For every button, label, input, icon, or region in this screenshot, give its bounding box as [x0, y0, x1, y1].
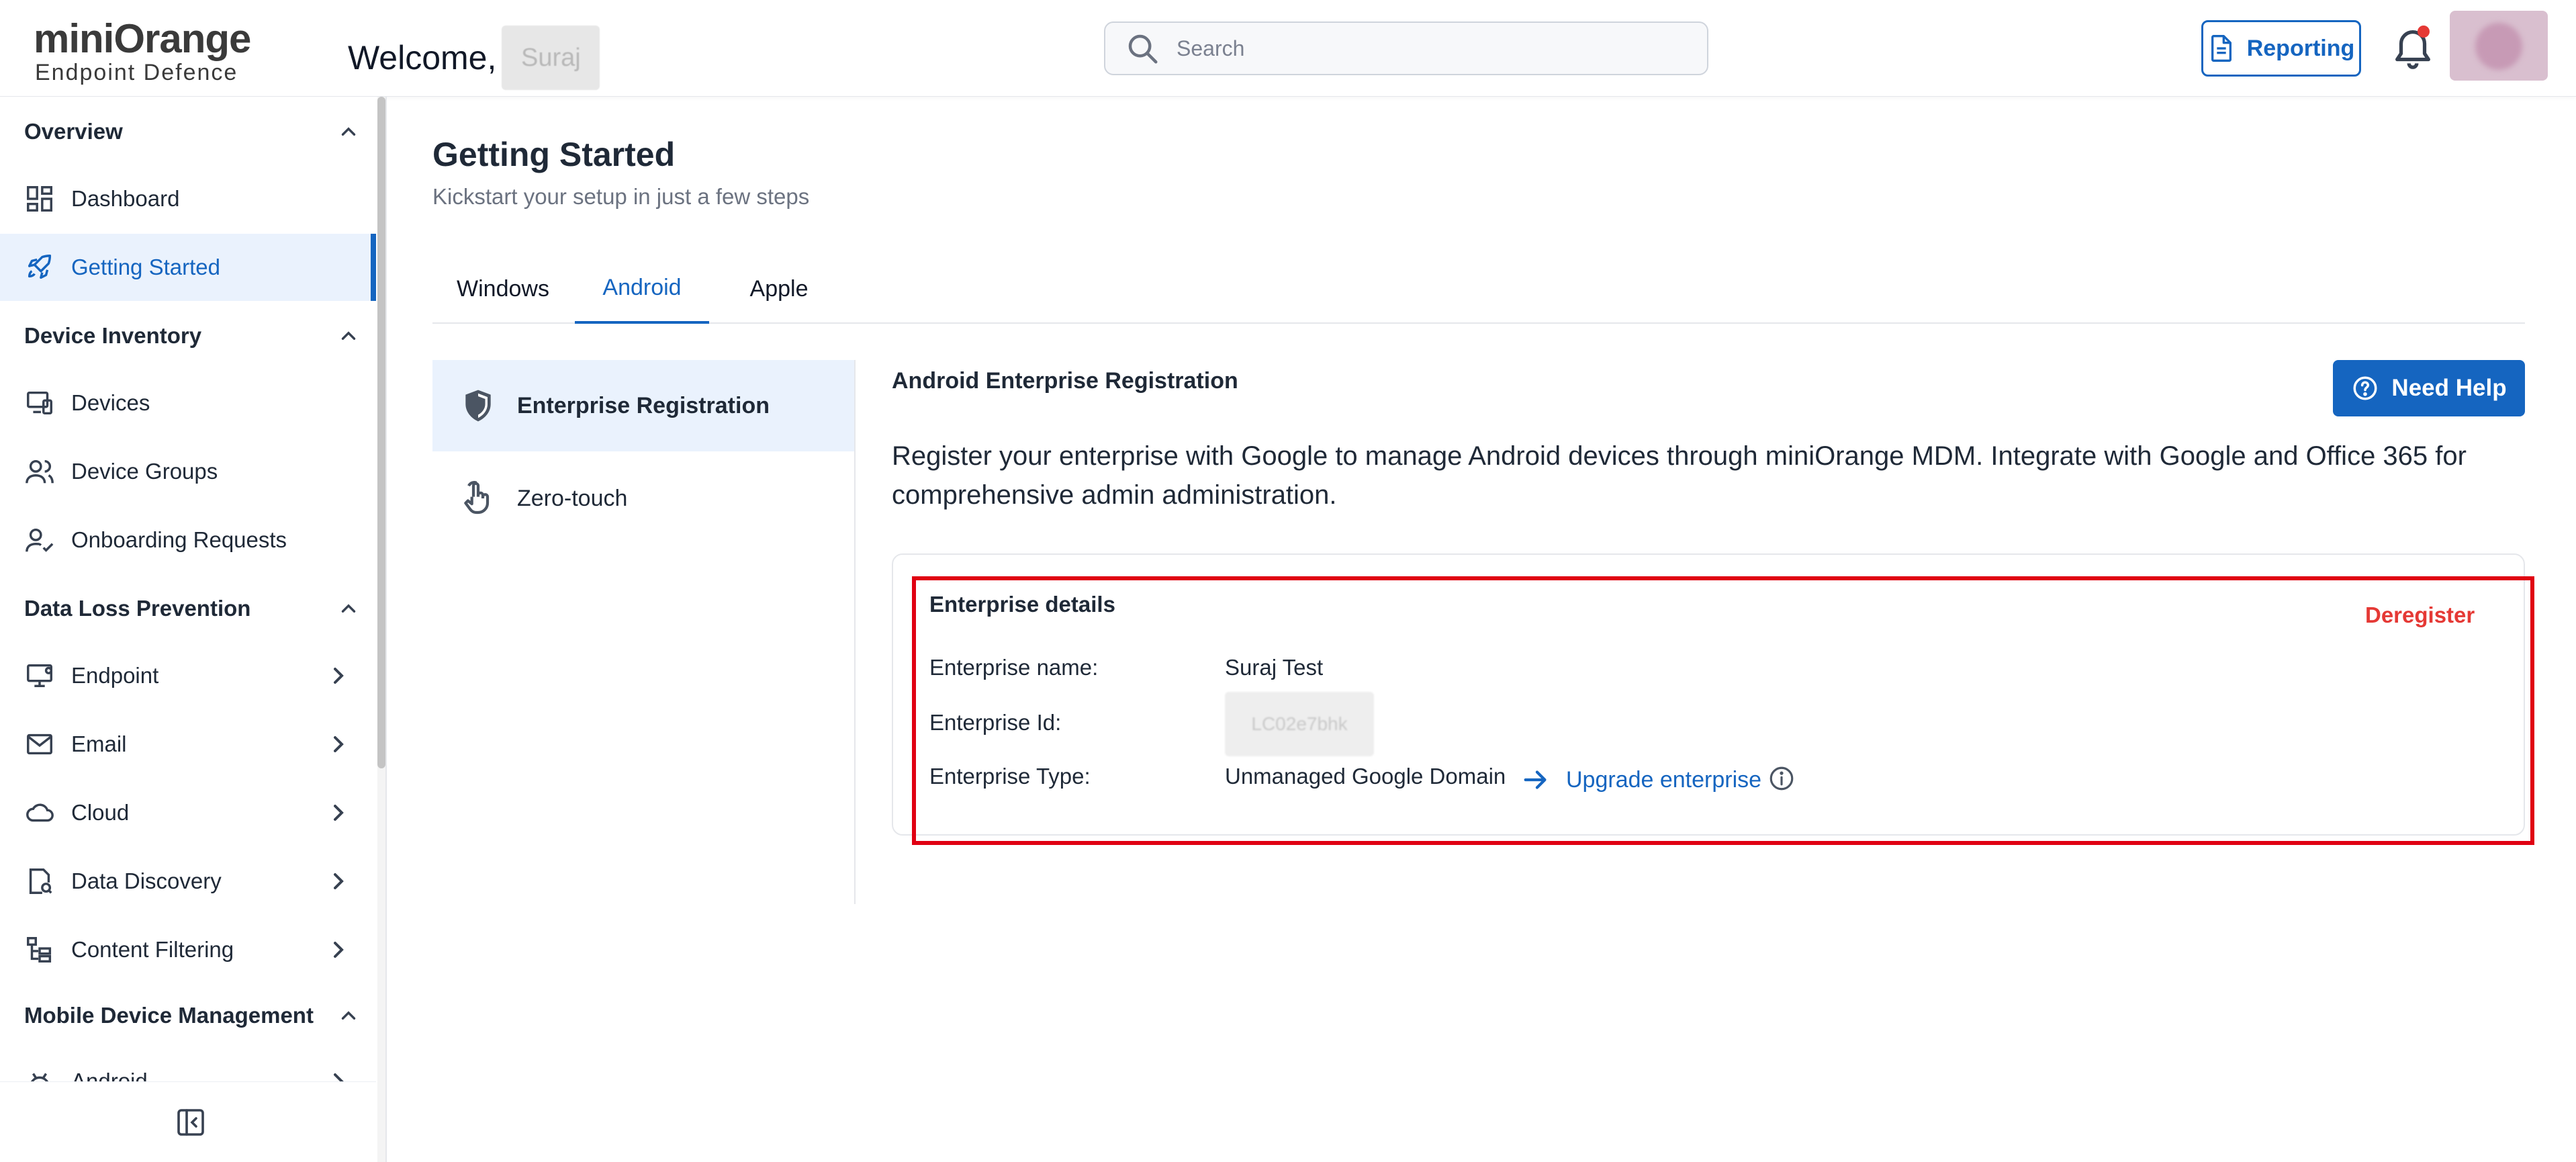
rocket-icon [28, 255, 52, 279]
search-input[interactable] [1177, 36, 1687, 61]
page-subtitle: Kickstart your setup in just a few steps [432, 184, 810, 209]
chevron-right-icon [334, 873, 344, 889]
step-enterprise-registration[interactable]: Enterprise Registration [432, 360, 854, 451]
dashboard-icon [27, 186, 52, 212]
section-label: Data Loss Prevention [24, 596, 251, 621]
chevron-right-icon [334, 942, 344, 958]
sidebar-item-label: Onboarding Requests [71, 527, 287, 552]
help-circle-icon [2353, 376, 2377, 400]
chevron-up-icon [341, 127, 356, 136]
welcome-username: Suraj [502, 26, 600, 90]
chevron-up-icon [341, 1011, 356, 1020]
need-help-button[interactable]: Need Help [2333, 360, 2525, 416]
page-title: Getting Started [432, 136, 676, 173]
chevron-right-icon [334, 805, 344, 821]
document-icon [2211, 34, 2232, 62]
step-label: Enterprise Registration [517, 392, 770, 418]
section-label: Overview [24, 119, 123, 144]
sidebar-item-dashboard[interactable]: Dashboard [0, 165, 376, 232]
tab-windows[interactable]: Windows [432, 254, 573, 324]
monitor-icon [27, 664, 52, 688]
registration-description: Register your enterprise with Google to … [892, 441, 2467, 510]
sidebar-item-label: Endpoint [71, 663, 159, 688]
filter-tree-icon [27, 937, 52, 963]
sidebar-section-mdm[interactable]: Mobile Device Management [24, 995, 360, 1036]
arrow-right-icon [1524, 770, 1547, 789]
upgrade-enterprise-link[interactable]: Upgrade enterprise [1520, 764, 1761, 795]
chevron-up-icon [341, 604, 356, 613]
users-icon [26, 459, 54, 484]
sidebar-item-endpoint[interactable]: Endpoint [0, 642, 376, 709]
setup-steps: Enterprise Registration Zero-touch [432, 360, 856, 904]
sidebar-section-dlp[interactable]: Data Loss Prevention [24, 588, 360, 629]
logo-text: miniOrange [34, 16, 251, 61]
sidebar-item-getting-started[interactable]: Getting Started [0, 234, 376, 301]
search-icon [1128, 34, 1158, 64]
sidebar-item-content-filtering[interactable]: Content Filtering [0, 916, 376, 983]
highlight-box [912, 576, 2534, 845]
shield-icon [465, 390, 491, 422]
step-zero-touch[interactable]: Zero-touch [432, 453, 854, 544]
notification-dot [2418, 26, 2430, 38]
sidebar-item-label: Cloud [71, 800, 130, 825]
logo-subtext: Endpoint Defence [35, 60, 238, 85]
enterprise-name-value: Suraj Test [1225, 655, 1324, 680]
upgrade-label: Upgrade enterprise [1566, 766, 1762, 793]
section-label: Device Inventory [24, 323, 202, 348]
deregister-button[interactable]: Deregister [2365, 602, 2475, 629]
search-file-icon [29, 868, 52, 894]
sidebar-item-devices[interactable]: Devices [0, 369, 376, 437]
sidebar-section-overview[interactable]: Overview [24, 111, 360, 152]
tab-android[interactable]: Android [575, 254, 709, 324]
collapse-sidebar-icon[interactable] [175, 1106, 207, 1138]
sidebar-item-label: Device Groups [71, 459, 218, 484]
chevron-right-icon [334, 736, 344, 752]
sidebar-section-device-inventory[interactable]: Device Inventory [24, 316, 360, 356]
reporting-label: Reporting [2246, 35, 2355, 61]
sidebar-item-label: Data Discovery [71, 868, 222, 893]
info-icon[interactable] [1767, 764, 1796, 793]
enterprise-type-value: Unmanaged Google Domain [1225, 764, 1506, 789]
sidebar-item-data-discovery[interactable]: Data Discovery [0, 848, 376, 915]
platform-tabs: Windows Android Apple [432, 254, 2525, 324]
cloud-icon [26, 803, 54, 822]
chevron-up-icon [341, 331, 356, 340]
sidebar-scrollbar-thumb[interactable] [377, 97, 385, 768]
app-logo[interactable]: miniOrange Endpoint Defence [32, 15, 254, 85]
sidebar-item-label: Devices [71, 390, 150, 415]
enterprise-name-label: Enterprise name: [929, 655, 1099, 680]
welcome-label: Welcome, [348, 39, 497, 77]
sidebar-item-cloud[interactable]: Cloud [0, 779, 376, 846]
tab-apple[interactable]: Apple [710, 254, 847, 324]
top-header: miniOrange Endpoint Defence Welcome, Sur… [0, 0, 2576, 97]
need-help-label: Need Help [2391, 375, 2507, 401]
section-title: Android Enterprise Registration [892, 368, 1238, 394]
sidebar-item-onboarding-requests[interactable]: Onboarding Requests [0, 506, 376, 574]
user-check-icon [26, 528, 54, 552]
sidebar: Overview Dashboard Getting Started Devic… [0, 97, 387, 1162]
enterprise-id-value: LC02e7bhk [1225, 692, 1374, 756]
step-label: Zero-touch [517, 485, 628, 511]
sidebar-footer [0, 1081, 376, 1162]
devices-icon [27, 391, 52, 415]
sidebar-item-label: Dashboard [71, 186, 180, 211]
section-label: Mobile Device Management [24, 1003, 314, 1028]
sidebar-item-label: Getting Started [71, 255, 220, 279]
enterprise-type-label: Enterprise Type: [929, 764, 1091, 789]
welcome-message: Welcome, Suraj [348, 26, 600, 90]
sidebar-item-label: Email [71, 731, 127, 756]
search-bar[interactable] [1104, 21, 1708, 75]
touch-icon [464, 481, 490, 515]
reporting-button[interactable]: Reporting [2201, 20, 2361, 77]
enterprise-details-title: Enterprise details [929, 592, 1115, 617]
sidebar-item-email[interactable]: Email [0, 711, 376, 778]
sidebar-item-label: Content Filtering [71, 937, 234, 962]
mail-icon [27, 733, 52, 755]
enterprise-id-label: Enterprise Id: [929, 710, 1062, 735]
avatar[interactable] [2450, 11, 2548, 81]
chevron-right-icon [334, 668, 344, 684]
sidebar-item-device-groups[interactable]: Device Groups [0, 438, 376, 505]
